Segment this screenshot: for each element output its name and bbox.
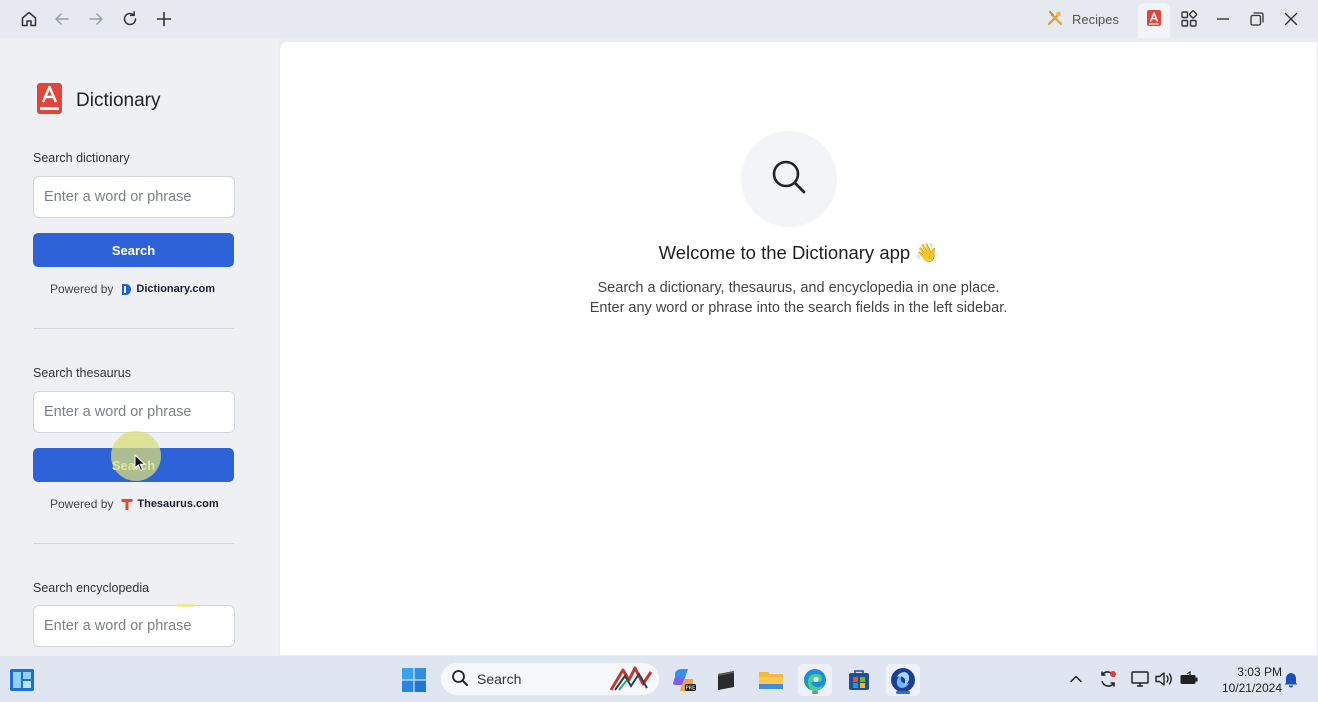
active-indicator [896,691,910,694]
start-icon[interactable] [397,664,431,696]
dictionary-com-logo[interactable]: Dictionary.com [121,283,215,296]
close-icon[interactable] [1277,6,1305,32]
dictionary-app-icon [1146,9,1162,32]
system-clock[interactable]: 3:03 PM 10/21/2024 [1206,664,1282,696]
widgets-icon[interactable] [5,664,39,696]
thesaurus-powered-by: Powered by Thesaurus.com [50,497,219,511]
volume-icon[interactable] [1153,668,1175,690]
taskbar-search-icon [451,669,469,690]
welcome-description-line-2: Enter any word or phrase into the search… [589,300,1008,316]
search-thesaurus-label: Search thesaurus [33,366,131,380]
search-dictionary-label: Search dictionary [33,151,130,165]
tab-recipes-label: Recipes [1072,11,1119,27]
taskbar-search-box[interactable]: Search [441,663,659,695]
store-icon[interactable] [842,664,876,696]
recipes-icon [1046,9,1064,30]
main-content: Welcome to the Dictionary app 👋 Search a… [280,42,1317,655]
restore-icon[interactable] [1243,6,1271,32]
click-highlight-trail [177,604,195,607]
app-brand: Dictionary [36,82,160,120]
thesaurus-com-text: Thesaurus.com [137,498,219,510]
show-hidden-icons-icon[interactable] [1065,668,1087,690]
svg-text:PRE: PRE [686,686,696,692]
new-tab-icon[interactable] [150,6,178,32]
welcome-heading: Welcome to the Dictionary app 👋 [658,242,939,263]
running-indicator [812,691,818,694]
thesaurus-search-input[interactable] [33,391,235,433]
network-icon[interactable] [1129,668,1151,690]
powered-by-label: Powered by [50,282,114,296]
powered-by-label: Powered by [50,497,114,511]
search-highlight-art-icon [609,666,653,695]
app-title: Dictionary [76,90,161,111]
mouse-cursor-icon [134,453,146,477]
edge-icon[interactable] [798,664,832,696]
battery-icon[interactable] [1178,668,1200,690]
clock-date: 10/21/2024 [1221,681,1282,695]
tab-dictionary[interactable] [1138,3,1170,38]
section-divider [33,543,234,544]
back-icon[interactable] [48,6,76,32]
dictionary-search-input[interactable] [33,176,235,218]
apps-grid-icon[interactable] [1175,6,1203,32]
search-illustration [741,131,837,227]
home-icon[interactable] [15,6,43,32]
browser-toolbar: Recipes [0,0,1318,38]
search-encyclopedia-label: Search encyclopedia [33,581,150,595]
welcome-description-line-1: Search a dictionary, thesaurus, and ency… [597,280,1000,296]
forward-icon[interactable] [82,6,110,32]
app-icon[interactable] [886,664,920,696]
dictionary-powered-by: Powered by Dictionary.com [50,282,215,296]
sidebar: Dictionary Search dictionary Search Powe… [0,38,279,656]
sync-icon[interactable] [1097,668,1119,690]
thesaurus-com-logo[interactable]: Thesaurus.com [121,498,219,511]
minimize-icon[interactable] [1209,6,1237,32]
notification-bell-icon[interactable] [1280,668,1302,690]
copilot-icon[interactable]: PRE [667,664,701,696]
section-divider [33,328,234,329]
encyclopedia-search-input[interactable] [33,605,235,647]
dictionary-search-button[interactable]: Search [33,233,234,267]
search-icon [769,157,809,202]
dictionary-logo-icon [36,82,63,120]
dictionary-com-text: Dictionary.com [136,283,216,295]
refresh-icon[interactable] [116,6,144,32]
taskbar-search-label: Search [477,671,522,687]
terminal-icon[interactable] [709,664,743,696]
file-explorer-icon[interactable] [754,664,788,696]
tab-recipes[interactable]: Recipes [1046,6,1119,32]
taskbar: Search PRE 3:03 PM 10/21/2024 [0,656,1318,702]
clock-time: 3:03 PM [1237,665,1282,679]
